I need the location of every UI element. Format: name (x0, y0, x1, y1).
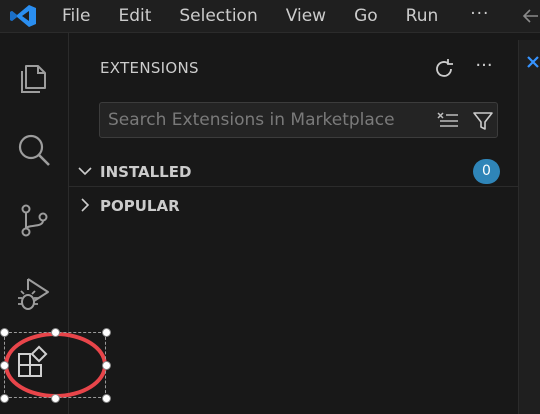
installed-count-badge: 0 (473, 159, 500, 184)
explorer-icon[interactable] (14, 57, 54, 97)
resize-handle[interactable] (102, 394, 111, 403)
menu-edit[interactable]: Edit (104, 0, 165, 32)
resize-handle[interactable] (102, 361, 111, 370)
menu-view[interactable]: View (272, 0, 340, 32)
filter-icon[interactable] (471, 109, 495, 133)
resize-handle[interactable] (102, 328, 111, 337)
clear-search-icon[interactable] (436, 109, 460, 133)
installed-section-header[interactable]: INSTALLED 0 (69, 158, 518, 187)
editor-area[interactable] (518, 40, 540, 414)
extensions-search-box[interactable] (99, 102, 498, 138)
more-actions-button[interactable]: ··· (472, 57, 496, 81)
run-debug-icon[interactable] (14, 273, 54, 313)
menu-more-button[interactable]: ··· (452, 0, 507, 32)
vscode-logo-icon (9, 4, 37, 28)
sidebar-title: EXTENSIONS (100, 59, 199, 77)
search-icon[interactable] (14, 130, 54, 170)
resize-handle[interactable] (0, 328, 9, 337)
extensions-sidebar: EXTENSIONS ··· INSTALLED 0 (69, 33, 518, 414)
resize-handle[interactable] (0, 361, 9, 370)
title-bar: File Edit Selection View Go Run ··· (0, 0, 540, 33)
menu-bar: File Edit Selection View Go Run ··· (48, 0, 507, 32)
menu-go[interactable]: Go (340, 0, 392, 32)
resize-handle[interactable] (0, 394, 9, 403)
popular-section-header[interactable]: POPULAR (69, 192, 518, 220)
chevron-right-icon (77, 197, 93, 213)
installed-label: INSTALLED (100, 163, 192, 181)
chevron-down-icon (77, 163, 93, 179)
menu-run[interactable]: Run (392, 0, 453, 32)
back-arrow-icon[interactable] (521, 6, 540, 26)
close-icon[interactable] (526, 54, 540, 68)
resize-handle[interactable] (51, 394, 60, 403)
source-control-icon[interactable] (14, 200, 54, 240)
menu-file[interactable]: File (48, 0, 104, 32)
popular-label: POPULAR (100, 197, 180, 215)
menu-selection[interactable]: Selection (165, 0, 271, 32)
extensions-search-input[interactable] (108, 103, 428, 137)
selection-box (4, 332, 106, 398)
resize-handle[interactable] (51, 328, 60, 337)
refresh-icon[interactable] (432, 57, 456, 81)
